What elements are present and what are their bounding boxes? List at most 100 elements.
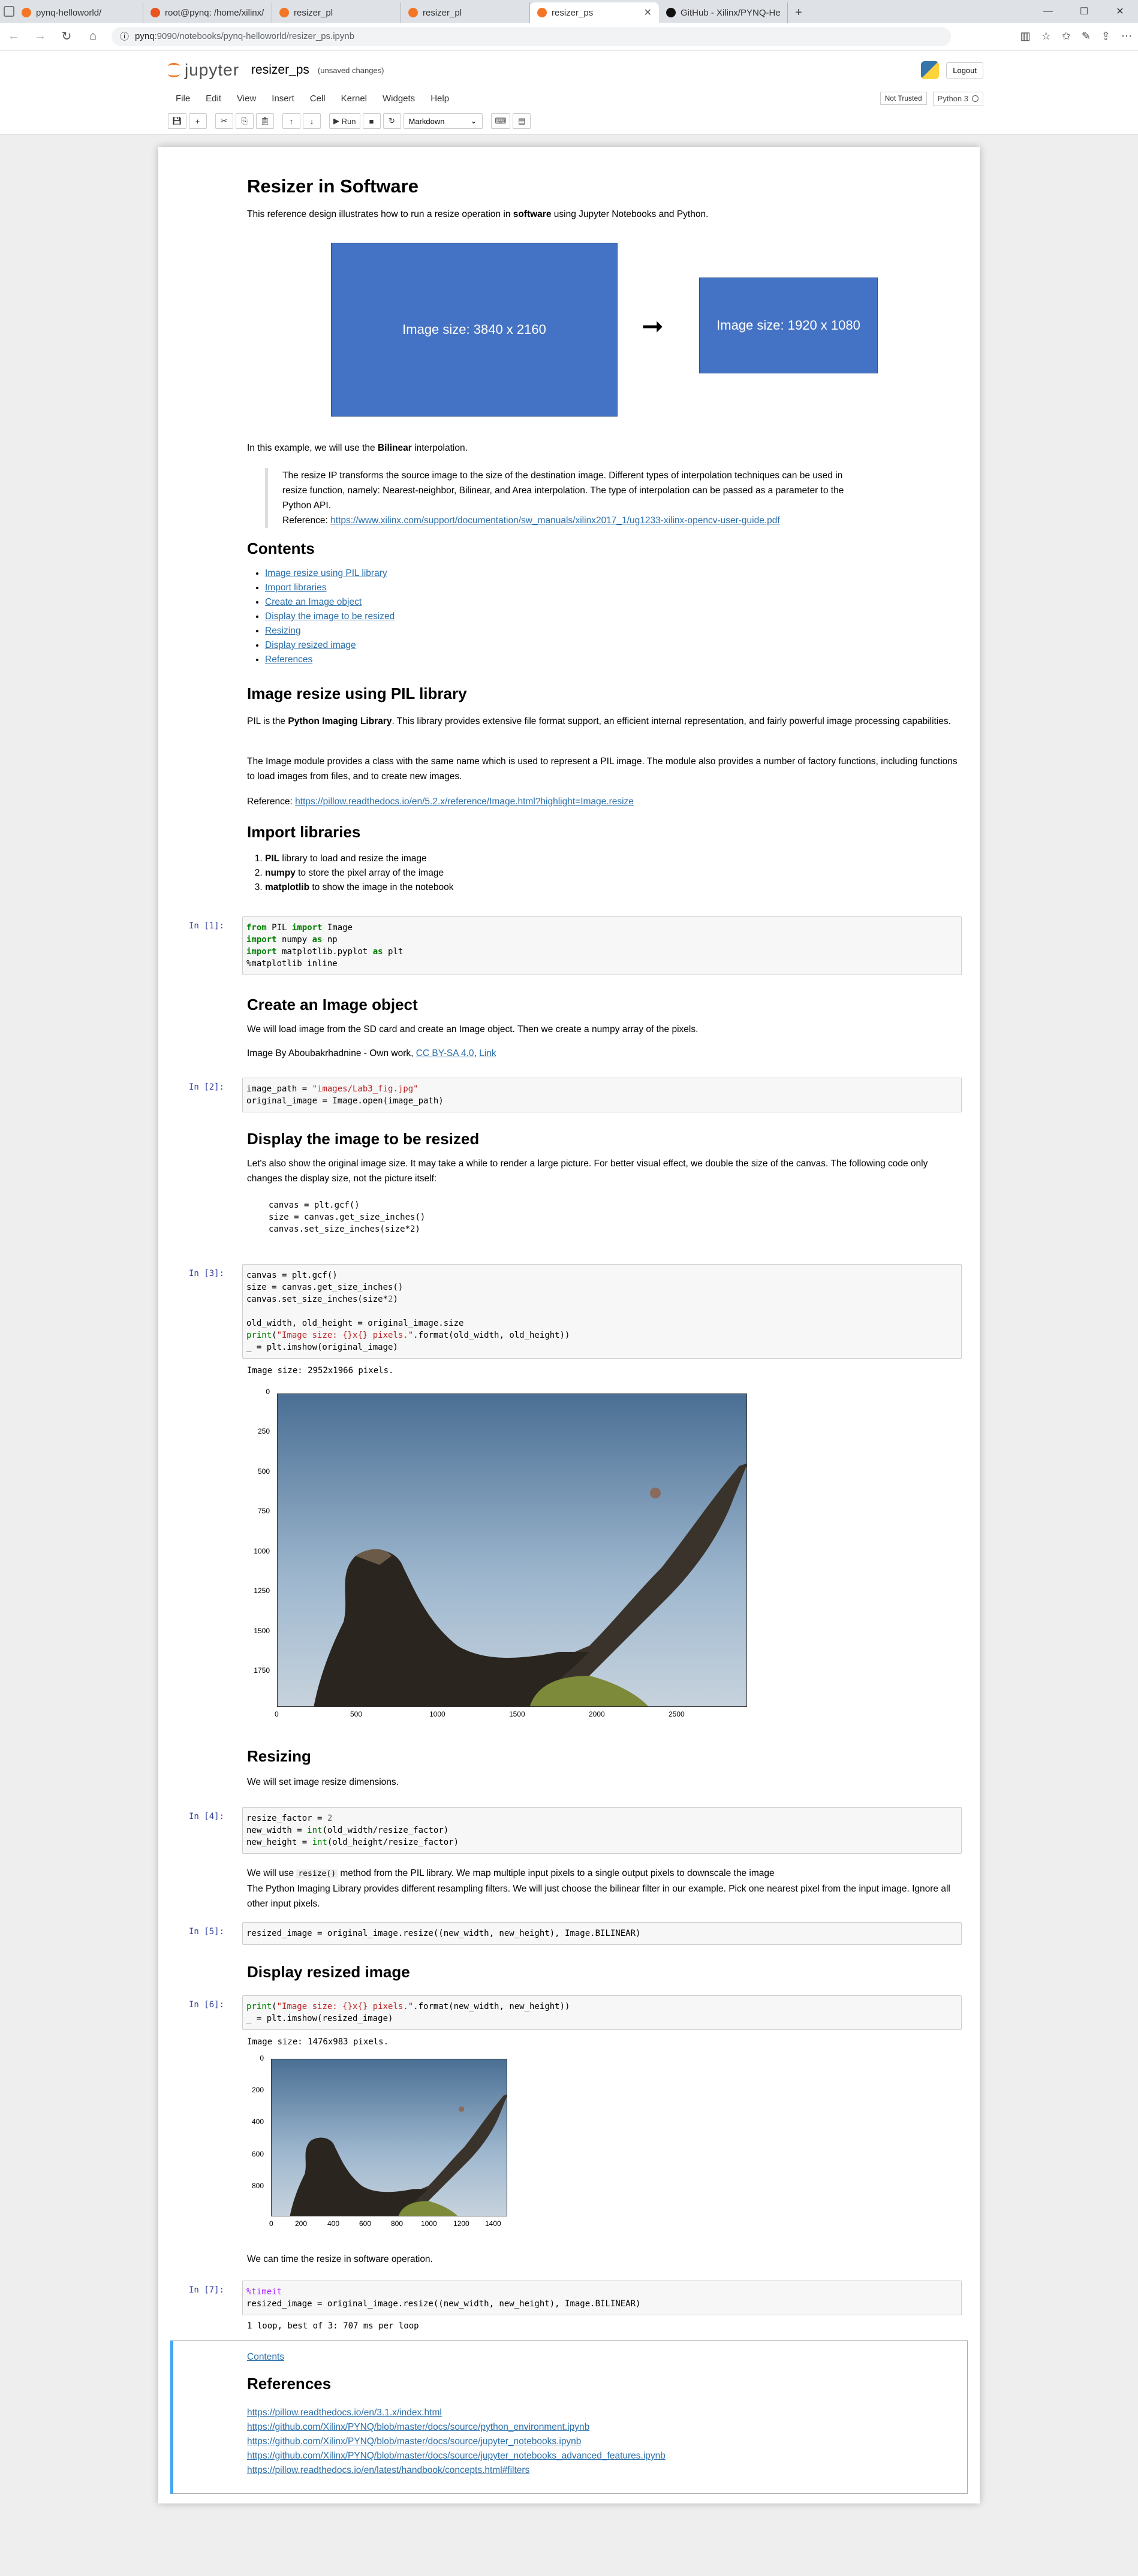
minimize-icon[interactable]: —	[1030, 6, 1066, 17]
cut-icon[interactable]: ✂	[215, 113, 233, 129]
restart-icon[interactable]: ↻	[383, 113, 401, 129]
more-icon[interactable]: ⋯	[1121, 30, 1132, 43]
close-window-icon[interactable]: ✕	[1102, 5, 1138, 17]
cell-prompt: In [3]:	[188, 1269, 224, 1278]
run-button[interactable]: ▶ Run	[329, 113, 360, 129]
pil-reference-link[interactable]: https://pillow.readthedocs.io/en/5.2.x/r…	[295, 797, 634, 807]
browser-tab-active[interactable]: resizer_ps ✕	[530, 2, 659, 23]
favorite-star-icon[interactable]: ☆	[1041, 30, 1051, 43]
browser-tab[interactable]: pynq-helloworld/	[14, 2, 143, 23]
code-cell-2[interactable]: image_path = "images/Lab3_fig.jpg" origi…	[242, 1078, 962, 1112]
jupyter-menubar: File Edit View Insert Cell Kernel Widget…	[168, 87, 983, 110]
import-list: PIL library to load and resize the image…	[265, 852, 453, 895]
home-icon[interactable]: ⌂	[85, 29, 101, 43]
toc-link[interactable]: References	[265, 654, 312, 665]
menu-cell[interactable]: Cell	[302, 93, 333, 104]
reference-link[interactable]: https://github.com/Xilinx/PYNQ/blob/mast…	[247, 2436, 581, 2447]
code-cell-6[interactable]: print("Image size: {}x{} pixels.".format…	[242, 1995, 962, 2030]
browser-tab[interactable]: GitHub - Xilinx/PYNQ-Hello	[659, 2, 788, 23]
toc-link[interactable]: Image resize using PIL library	[265, 568, 387, 578]
toc-link[interactable]: Import libraries	[265, 583, 327, 593]
reference-link[interactable]: https://github.com/Xilinx/PYNQ/blob/mast…	[247, 2422, 589, 2432]
keyboard-icon[interactable]: ⌨	[490, 113, 511, 129]
quote-reference-link[interactable]: https://www.xilinx.com/support/documenta…	[330, 515, 780, 526]
close-icon[interactable]: ✕	[644, 7, 652, 19]
toc-link[interactable]: Resizing	[265, 626, 300, 636]
browser-tab[interactable]: resizer_pl	[272, 2, 401, 23]
menu-view[interactable]: View	[229, 93, 264, 104]
selected-markdown-cell[interactable]: Contents References https://pillow.readt…	[170, 2340, 968, 2494]
menu-widgets[interactable]: Widgets	[375, 93, 423, 104]
intro-text: This reference design illustrates how to…	[247, 209, 709, 219]
url-path: :9090/notebooks/pynq-helloworld/resizer_…	[154, 31, 355, 41]
resize-note: We will use resize() method from the PIL…	[247, 1868, 950, 1909]
share-icon[interactable]: ⇪	[1101, 30, 1110, 43]
url-input[interactable]: ⓘ pynq:9090/notebooks/pynq-helloworld/re…	[112, 26, 951, 46]
jupyter-logo-text: jupyter	[185, 61, 240, 79]
address-bar: ← → ↻ ⌂ ⓘ pynq:9090/notebooks/pynq-hello…	[0, 23, 1138, 50]
code-cell-3[interactable]: canvas = plt.gcf() size = canvas.get_siz…	[242, 1264, 962, 1359]
list-item: Display resized image	[265, 638, 395, 653]
notebook-name[interactable]: resizer_ps	[251, 63, 309, 77]
forward-icon[interactable]: →	[32, 29, 48, 43]
menu-help[interactable]: Help	[423, 93, 457, 104]
copy-icon[interactable]: ⎘	[235, 113, 254, 129]
jupyter-logo[interactable]: jupyter	[168, 61, 239, 80]
toc-link[interactable]: Create an Image object	[265, 597, 362, 607]
reference-link[interactable]: https://pillow.readthedocs.io/en/3.1.x/i…	[247, 2408, 442, 2418]
back-icon[interactable]: ←	[6, 29, 22, 43]
x-tick: 2500	[669, 1710, 685, 1718]
browser-tab[interactable]: root@pynq: /home/xilinx/ju	[143, 2, 272, 23]
menu-edit[interactable]: Edit	[198, 93, 229, 104]
toc-link[interactable]: Display the image to be resized	[265, 611, 395, 622]
workspace-icon[interactable]	[4, 6, 14, 17]
new-tab-icon[interactable]: +	[788, 2, 809, 23]
resized-eagle-image	[271, 2059, 507, 2216]
stop-icon[interactable]: ■	[362, 113, 381, 129]
favorites-list-icon[interactable]: ✩	[1062, 30, 1071, 43]
jupyter-header: jupyter resizer_ps (unsaved changes) Log…	[0, 51, 1138, 135]
info-icon[interactable]: ⓘ	[120, 30, 129, 43]
source-link[interactable]: Link	[479, 1048, 496, 1058]
celltoolbar-icon[interactable]: ▤	[513, 113, 531, 129]
y-tick: 0	[266, 1387, 270, 1396]
x-tick: 500	[350, 1710, 363, 1718]
terminal-icon	[150, 8, 160, 17]
move-up-icon[interactable]: ↑	[282, 113, 301, 129]
menu-kernel[interactable]: Kernel	[333, 93, 375, 104]
x-axis-original: 0 500 1000 1500 2000 2500	[272, 1710, 752, 1722]
reference-link[interactable]: https://pillow.readthedocs.io/en/latest/…	[247, 2465, 529, 2475]
insert-cell-icon[interactable]: +	[188, 113, 207, 129]
y-tick: 200	[251, 2086, 264, 2094]
reference-link[interactable]: https://github.com/Xilinx/PYNQ/blob/mast…	[247, 2451, 666, 2461]
code-cell-5[interactable]: resized_image = original_image.resize((n…	[242, 1922, 962, 1945]
toc-link[interactable]: Display resized image	[265, 640, 356, 650]
code-cell-1[interactable]: from PIL import Image import numpy as np…	[242, 916, 962, 975]
tab-label: pynq-helloworld/	[36, 7, 102, 18]
code-cell-4[interactable]: resize_factor = 2 new_width = int(old_wi…	[242, 1807, 962, 1854]
cell-prompt: In [5]:	[188, 1927, 224, 1936]
maximize-icon[interactable]: ☐	[1066, 5, 1102, 17]
references-heading: References	[247, 2375, 332, 2393]
references-list: https://pillow.readthedocs.io/en/3.1.x/i…	[247, 2406, 666, 2478]
reload-icon[interactable]: ↻	[59, 29, 74, 44]
logout-button[interactable]: Logout	[946, 62, 983, 79]
list-item: References	[265, 653, 395, 667]
pil-reference: Reference: https://pillow.readthedocs.io…	[247, 797, 634, 807]
menu-file[interactable]: File	[168, 93, 198, 104]
trust-indicator[interactable]: Not Trusted	[880, 92, 927, 105]
github-icon	[666, 8, 676, 17]
menu-insert[interactable]: Insert	[264, 93, 302, 104]
pen-icon[interactable]: ✎	[1082, 30, 1091, 43]
paste-icon[interactable]: 📋︎	[255, 113, 275, 129]
reading-view-icon[interactable]: ▥	[1020, 30, 1031, 43]
browser-tab[interactable]: resizer_pl	[401, 2, 530, 23]
code-cell-7[interactable]: %timeit resized_image = original_image.r…	[242, 2281, 962, 2315]
list-item: Display the image to be resized	[265, 610, 395, 624]
cell-type-select[interactable]: Markdown ⌄	[403, 113, 483, 129]
license-link[interactable]: CC BY-SA 4.0	[416, 1048, 474, 1058]
save-icon[interactable]: 💾︎	[168, 113, 186, 129]
move-down-icon[interactable]: ↓	[303, 113, 321, 129]
y-tick: 250	[257, 1427, 270, 1435]
y-tick: 1000	[254, 1547, 270, 1555]
